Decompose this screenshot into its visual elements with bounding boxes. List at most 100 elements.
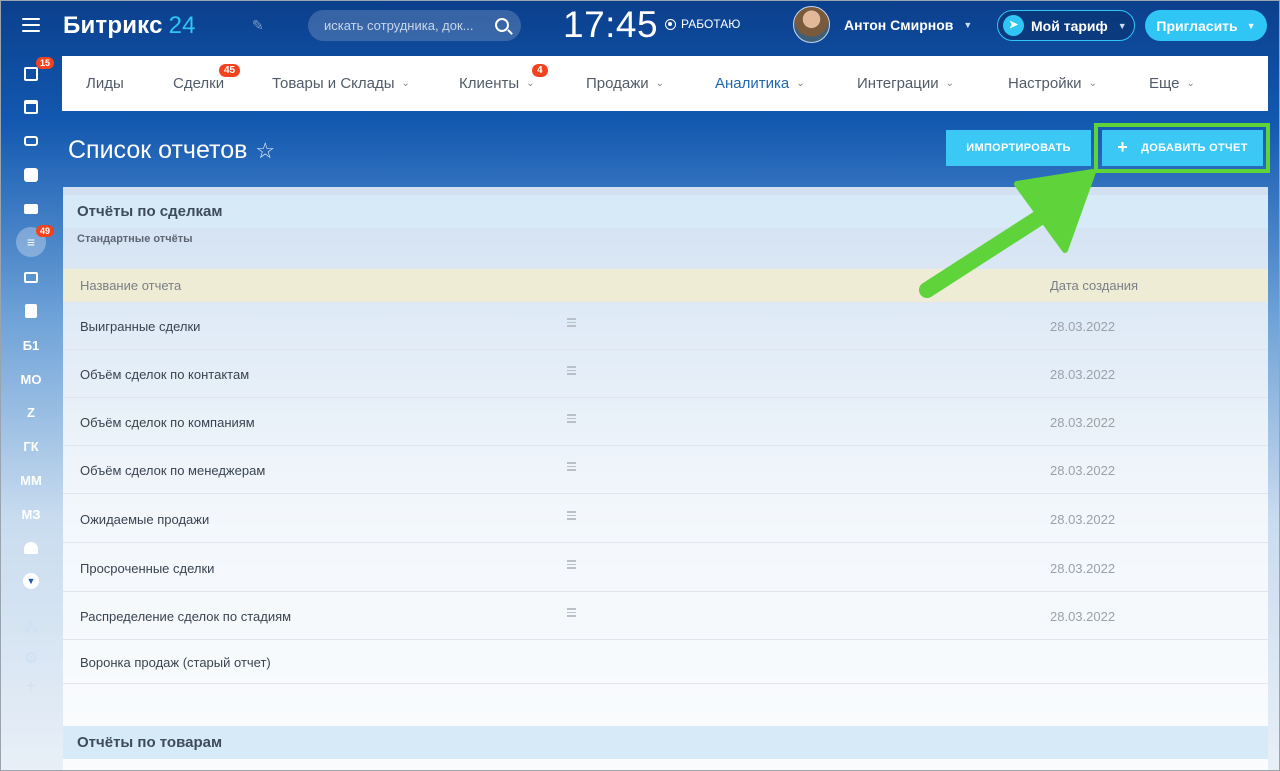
crm-top-menu: Лиды Сделки 45 Товары и Склады ⌄ Клиенты ⌄ 4…: [62, 56, 1268, 111]
table-row[interactable]: Объём сделок по менеджерам 28.03.2022: [63, 446, 1268, 494]
tab-settings[interactable]: Настройки ⌄: [1008, 56, 1097, 111]
calendar-icon[interactable]: [0, 93, 62, 121]
chat-icon[interactable]: [0, 161, 62, 189]
report-name[interactable]: Объём сделок по компаниям: [80, 415, 255, 430]
top-header: Битрикс24 ✎ 17:45 РАБОТАЮ Антон Смирнов …: [0, 0, 1280, 52]
drag-handle-icon[interactable]: [567, 318, 576, 327]
more-chevron-icon[interactable]: ▼: [0, 567, 62, 595]
tab-products-warehouses[interactable]: Товары и Склады ⌄: [272, 56, 410, 111]
clock[interactable]: 17:45: [563, 4, 658, 46]
table-row[interactable]: Воронка продаж (старый отчет): [63, 640, 1268, 684]
work-status[interactable]: РАБОТАЮ: [665, 17, 740, 31]
drag-handle-icon[interactable]: [567, 608, 576, 617]
work-status-label: РАБОТАЮ: [681, 17, 741, 31]
drag-handle-icon[interactable]: [567, 414, 576, 423]
report-date: 28.03.2022: [1050, 609, 1116, 624]
report-name[interactable]: Объём сделок по менеджерам: [80, 463, 265, 478]
tab-deals[interactable]: Сделки 45: [173, 56, 241, 111]
highlight-box: [1094, 123, 1270, 173]
clients-badge: 4: [532, 64, 548, 77]
plus-icon[interactable]: +: [0, 673, 62, 701]
chevron-down-icon: ⌄: [796, 78, 805, 89]
tariff-button[interactable]: ➤ Мой тариф ▼: [997, 10, 1135, 41]
report-name[interactable]: Выигранные сделки: [80, 319, 200, 334]
column-report-name[interactable]: Название отчета: [80, 278, 181, 293]
drive-glyph-icon: [24, 136, 38, 146]
drag-handle-icon[interactable]: [567, 462, 576, 471]
pointer-arrow-annotation: [919, 169, 1096, 298]
star-icon[interactable]: ☆: [255, 138, 275, 164]
report-date: 28.03.2022: [1050, 367, 1116, 382]
chevron-down-icon: ▼: [1246, 20, 1256, 31]
crm-badge: 49: [36, 225, 55, 237]
chevron-down-icon: ⌄: [526, 78, 535, 89]
chat-glyph-icon: [24, 168, 38, 182]
drag-handle-icon[interactable]: [567, 560, 576, 569]
drive-icon[interactable]: [0, 127, 62, 155]
table-row[interactable]: Просроченные сделки 28.03.2022: [63, 544, 1268, 592]
leftbar-item-mz[interactable]: МЗ: [0, 500, 62, 528]
logo-number: 24: [168, 12, 196, 39]
report-date: 28.03.2022: [1050, 319, 1116, 334]
leftbar-item-mo[interactable]: МО: [0, 365, 62, 393]
drag-handle-icon[interactable]: [567, 511, 576, 520]
left-menu: 15 ≡ 49 Б1 МО Z ГК ММ МЗ ▼ ⁂ ⚙ +: [0, 52, 62, 771]
tab-clients[interactable]: Клиенты ⌄ 4: [459, 56, 548, 111]
doc-glyph-icon: [25, 304, 37, 318]
document-icon[interactable]: [0, 297, 62, 325]
report-name[interactable]: Воронка продаж (старый отчет): [80, 655, 271, 670]
tab-label: Аналитика: [715, 75, 790, 92]
tasks-icon[interactable]: 15: [0, 57, 62, 88]
gear-icon[interactable]: ⚙: [0, 644, 62, 672]
table-row[interactable]: Объём сделок по контактам 28.03.2022: [63, 350, 1268, 398]
calendar-glyph-icon: [24, 100, 38, 114]
table-row[interactable]: Распределение сделок по стадиям 28.03.20…: [63, 592, 1268, 640]
search-icon[interactable]: [495, 18, 509, 32]
tab-integrations[interactable]: Интеграции ⌄: [857, 56, 954, 111]
deals-badge: 45: [219, 64, 241, 77]
drag-handle-icon[interactable]: [567, 366, 576, 375]
invite-button[interactable]: Пригласить ▼: [1145, 10, 1267, 41]
report-name[interactable]: Объём сделок по контактам: [80, 367, 249, 382]
report-date: 28.03.2022: [1050, 463, 1116, 478]
user-menu[interactable]: Антон Смирнов ▼: [793, 6, 972, 43]
tab-label: Продажи: [586, 75, 649, 92]
table-row[interactable]: Ожидаемые продажи 28.03.2022: [63, 495, 1268, 543]
tab-more[interactable]: Еще ⌄: [1149, 56, 1195, 111]
sitemap-icon[interactable]: ⁂: [0, 614, 62, 642]
tab-sales[interactable]: Продажи ⌄: [586, 56, 664, 111]
status-dot-icon: [665, 18, 676, 30]
table-row[interactable]: Объём сделок по компаниям 28.03.2022: [63, 398, 1268, 446]
id-card-icon: [24, 271, 38, 283]
mail-icon[interactable]: [0, 195, 62, 223]
envelope-icon: [24, 204, 38, 214]
page-title-text: Список отчетов: [68, 136, 248, 164]
contacts-icon[interactable]: [0, 263, 62, 291]
import-button[interactable]: ИМПОРТИРОВАТЬ: [946, 130, 1091, 166]
leftbar-item-gk[interactable]: ГК: [0, 432, 62, 460]
report-name[interactable]: Распределение сделок по стадиям: [80, 609, 291, 624]
leftbar-item-mm[interactable]: ММ: [0, 466, 62, 494]
tasks-badge: 15: [36, 57, 55, 69]
chevron-down-icon: ⌄: [655, 78, 665, 89]
table-row[interactable]: Выигранные сделки 28.03.2022: [63, 302, 1268, 350]
tab-leads[interactable]: Лиды: [86, 56, 124, 111]
chevron-down-icon: ⌄: [945, 78, 955, 89]
search-input[interactable]: [324, 18, 484, 33]
report-name[interactable]: Просроченные сделки: [80, 561, 214, 576]
edit-pencil-icon[interactable]: ✎: [252, 17, 268, 33]
android-icon[interactable]: [0, 534, 62, 562]
section-products-title: Отчёты по товарам: [63, 726, 1268, 759]
leftbar-item-z[interactable]: Z: [0, 398, 62, 426]
avatar[interactable]: [793, 6, 830, 43]
tab-label: Сделки: [173, 75, 225, 92]
leftbar-item-b1[interactable]: Б1: [0, 331, 62, 359]
search-box[interactable]: [308, 10, 521, 41]
crm-filter-icon[interactable]: ≡ 49: [0, 225, 62, 257]
tab-analytics[interactable]: Аналитика ⌄: [715, 56, 805, 111]
tab-label: Клиенты: [459, 75, 520, 92]
report-name[interactable]: Ожидаемые продажи: [80, 512, 209, 527]
menu-hamburger-icon[interactable]: [22, 18, 40, 32]
checkbox-icon: [24, 67, 38, 81]
bitrix-logo[interactable]: Битрикс 24: [63, 12, 196, 40]
